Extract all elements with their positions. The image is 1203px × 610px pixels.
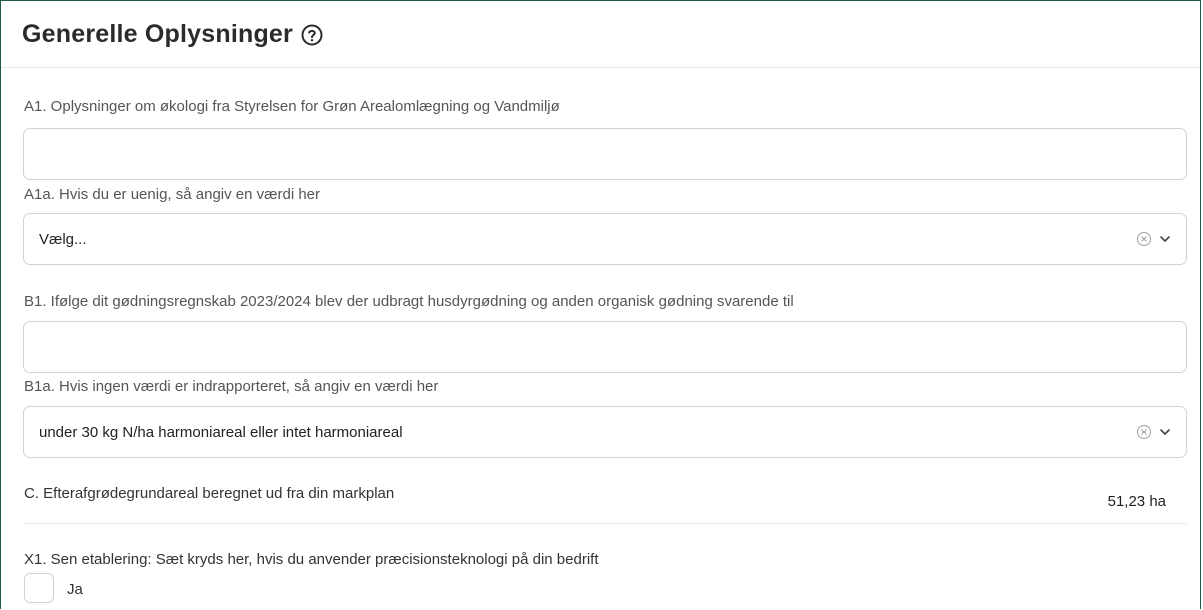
a1a-select-placeholder: Vælg... <box>39 230 87 248</box>
x1-checkbox[interactable] <box>24 573 54 603</box>
a1a-select[interactable]: Vælg... <box>23 213 1187 265</box>
c-label: C. Efterafgrødegrundareal beregnet ud fr… <box>24 485 395 502</box>
clear-circle-icon[interactable] <box>1136 424 1152 445</box>
chevron-down-icon[interactable] <box>1158 232 1172 251</box>
c-value: 51,23 ha <box>1107 493 1166 510</box>
b1-input[interactable] <box>23 321 1187 373</box>
b1-label: B1. Ifølge dit gødningsregnskab 2023/202… <box>24 293 794 310</box>
b1a-select-value: under 30 kg N/ha harmoniareal eller inte… <box>39 423 403 441</box>
b1a-label: B1a. Hvis ingen værdi er indrapporteret,… <box>24 378 439 395</box>
x1-checkbox-label: Ja <box>67 581 83 598</box>
question-circle-icon[interactable] <box>301 24 323 46</box>
section-title: Generelle Oplysninger <box>22 19 293 48</box>
a1-input[interactable] <box>23 128 1187 180</box>
x1-label: X1. Sen etablering: Sæt kryds her, hvis … <box>24 551 599 568</box>
divider <box>23 523 1187 524</box>
panel-header: Generelle Oplysninger <box>1 1 1200 68</box>
chevron-down-icon[interactable] <box>1158 425 1172 444</box>
general-info-panel: Generelle Oplysninger A1. Oplysninger om… <box>0 0 1201 609</box>
a1-label: A1. Oplysninger om økologi fra Styrelsen… <box>24 98 560 115</box>
a1a-label: A1a. Hvis du er uenig, så angiv en værdi… <box>24 186 320 203</box>
clear-circle-icon[interactable] <box>1136 231 1152 252</box>
b1a-select[interactable]: under 30 kg N/ha harmoniareal eller inte… <box>23 406 1187 458</box>
